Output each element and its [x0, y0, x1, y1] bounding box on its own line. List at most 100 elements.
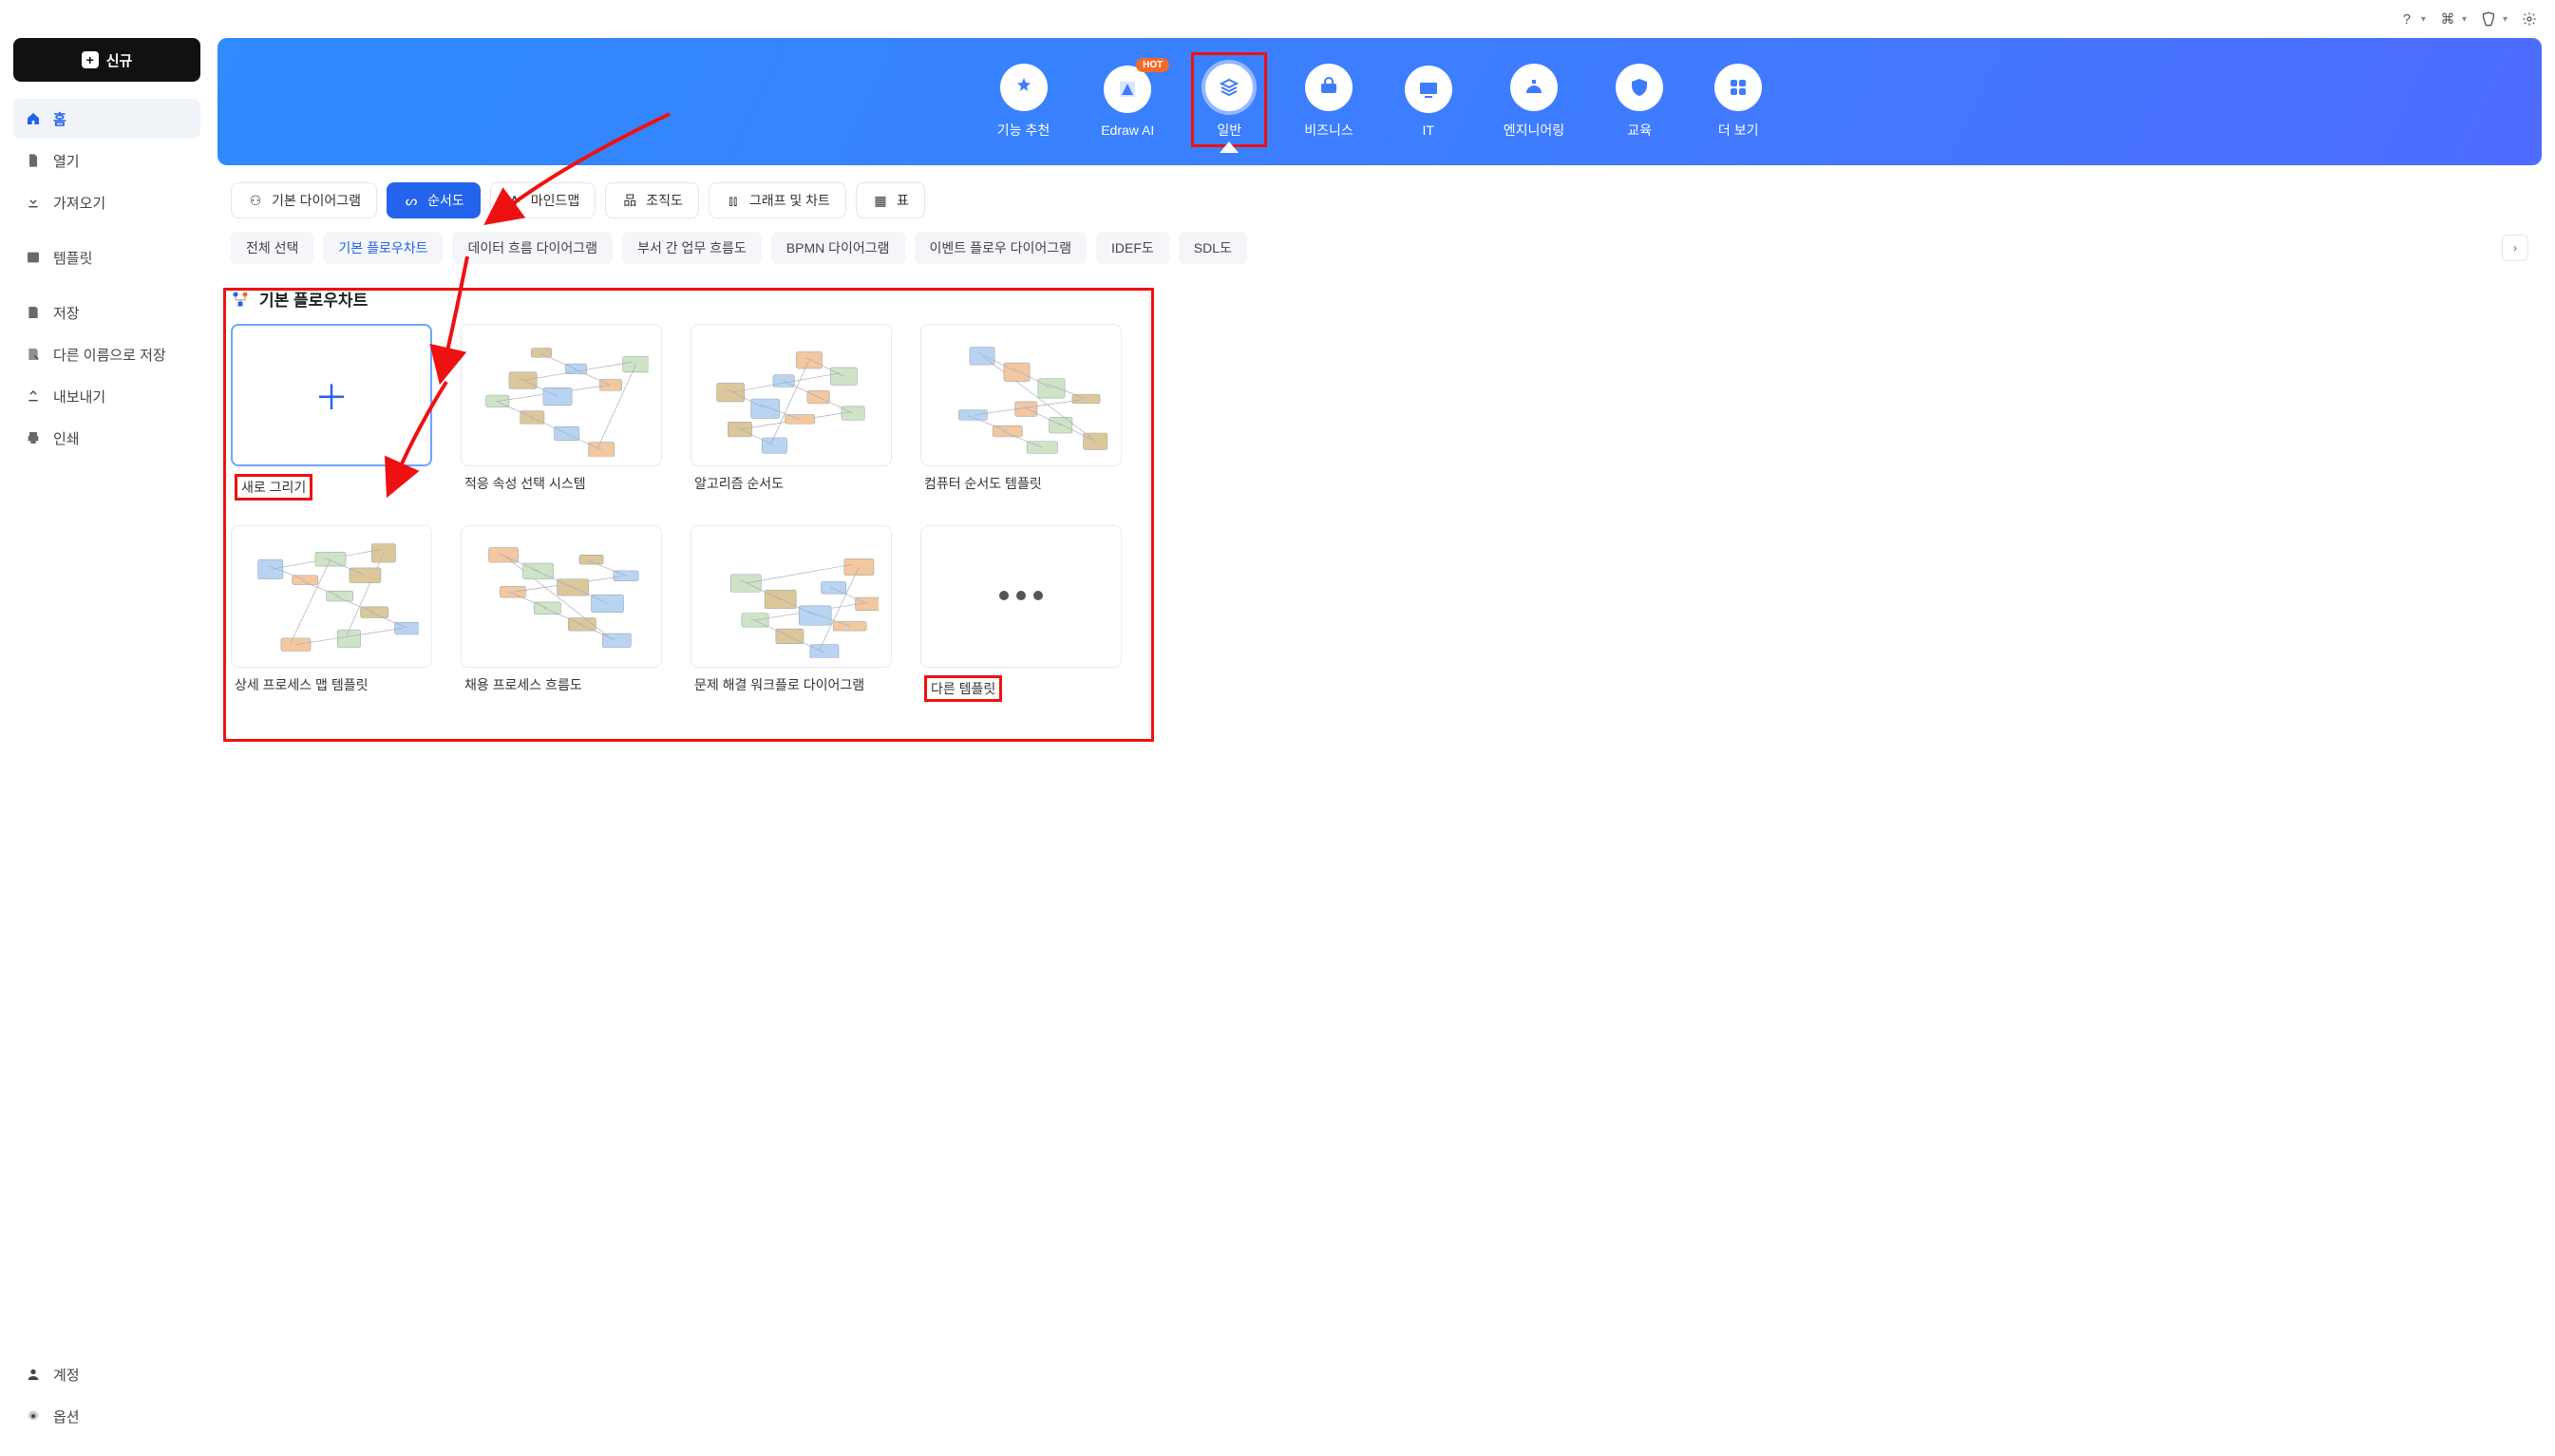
annotation-label-highlight: 다른 템플릿 — [924, 675, 1002, 702]
diagram-type-tabs: ⚇기본 다이어그램ᔕ순서도ᚖ마인드맵品조직도⫾⫾그래프 및 차트▦표 — [218, 165, 2542, 228]
thumb-preview — [920, 324, 1122, 466]
hero-category-5[interactable]: 엔지니어링 — [1504, 64, 1564, 140]
help-icon[interactable]: ? — [2398, 10, 2415, 28]
sidebar-item-label: 저장 — [53, 303, 80, 323]
section-title-label: 기본 플로우차트 — [259, 287, 368, 311]
chip-2[interactable]: 데이터 흐름 다이어그램 — [452, 232, 613, 264]
print-icon — [25, 429, 42, 446]
tab-icon: ᚖ — [506, 194, 523, 207]
theme-icon[interactable] — [2480, 10, 2497, 28]
chip-3[interactable]: 부서 간 업무 흐름도 — [622, 232, 762, 264]
tab-label: 표 — [897, 191, 909, 210]
category-hero: 기능 추천 Edraw AIHOT 일반비즈니스 IT 엔지니어링 교육더 보기 — [218, 38, 2542, 165]
chip-1[interactable]: 기본 플로우차트 — [323, 232, 443, 264]
hero-category-6[interactable]: 교육 — [1616, 64, 1663, 140]
tab-label: 그래프 및 차트 — [749, 191, 830, 210]
hero-icon — [1714, 64, 1762, 111]
sidebar-item-home[interactable]: 홈 — [13, 99, 200, 139]
hero-icon — [1616, 64, 1663, 111]
hero-label: 기능 추천 — [997, 121, 1050, 140]
hero-label: 더 보기 — [1718, 121, 1759, 140]
hero-category-2[interactable]: 일반 — [1205, 64, 1253, 140]
plus-icon: + — [82, 51, 99, 68]
chip-label: 기본 플로우차트 — [338, 238, 427, 257]
tab-5[interactable]: ▦표 — [856, 182, 925, 218]
thumb-preview — [691, 525, 892, 668]
gear-icon[interactable] — [2521, 10, 2538, 28]
chip-5[interactable]: 이벤트 플로우 다이어그램 — [915, 232, 1087, 264]
hero-category-4[interactable]: IT — [1405, 66, 1452, 138]
chip-label: SDL도 — [1194, 238, 1232, 257]
tab-icon: ▦ — [872, 194, 889, 207]
hero-category-1[interactable]: Edraw AIHOT — [1101, 66, 1154, 138]
import-icon — [25, 194, 42, 211]
hot-badge: HOT — [1136, 58, 1169, 72]
subtype-chips: 전체 선택 기본 플로우차트 데이터 흐름 다이어그램 부서 간 업무 흐름도 BPMN… — [218, 228, 2542, 279]
chip-6[interactable]: IDEF도 — [1096, 232, 1169, 264]
file-icon — [25, 152, 42, 169]
hero-icon — [1104, 66, 1151, 113]
sidebar-item-export[interactable]: 내보내기 — [13, 376, 200, 416]
thumb-preview — [691, 324, 892, 466]
tab-icon: ⚇ — [247, 194, 264, 207]
hero-category-7[interactable]: 더 보기 — [1714, 64, 1762, 140]
user-icon — [25, 1366, 42, 1383]
apps-icon[interactable]: ⌘ — [2439, 10, 2456, 28]
gear-icon — [25, 1408, 42, 1425]
template-grid: ＋새로 그리기적응 속성 선택 시스템알고리즘 순서도 컴퓨터 순서도 템플릿상세… — [231, 324, 2528, 702]
tab-3[interactable]: 品 조직도 — [605, 182, 699, 218]
chip-0[interactable]: 전체 선택 — [231, 232, 313, 264]
hero-category-3[interactable]: 비즈니스 — [1304, 64, 1353, 140]
home-icon — [25, 110, 42, 127]
template-card-0[interactable]: ＋새로 그리기 — [231, 324, 432, 501]
hero-category-0[interactable]: 기능 추천 — [997, 64, 1050, 140]
flowchart-icon — [231, 290, 250, 309]
thumb-preview — [461, 525, 662, 668]
sidebar-item-account[interactable]: 계정 — [13, 1354, 200, 1394]
template-card-7[interactable]: 다른 템플릿 — [920, 525, 1122, 702]
template-grid-wrap: ＋새로 그리기적응 속성 선택 시스템알고리즘 순서도 컴퓨터 순서도 템플릿상세… — [231, 324, 2528, 702]
tab-icon: 品 — [621, 194, 638, 207]
tab-label: 기본 다이어그램 — [272, 191, 361, 210]
chip-4[interactable]: BPMN 다이어그램 — [771, 232, 905, 264]
sidebar-item-options[interactable]: 옵션 — [13, 1396, 200, 1436]
new-button[interactable]: + 신규 — [13, 38, 200, 82]
save-as-icon — [25, 346, 42, 363]
hero-label: 비즈니스 — [1304, 121, 1353, 140]
thumb-more — [920, 525, 1122, 668]
sidebar-item-save[interactable]: 저장 — [13, 293, 200, 332]
hero-icon — [1405, 66, 1452, 113]
tab-1[interactable]: ᔕ 순서도 — [387, 182, 481, 218]
hero-label: 엔지니어링 — [1504, 121, 1564, 140]
template-card-2[interactable]: 알고리즘 순서도 — [691, 324, 892, 501]
tab-label: 조직도 — [646, 191, 683, 210]
topbar: ?▾ ⌘▾ ▾ — [0, 0, 2555, 38]
tab-2[interactable]: ᚖ마인드맵 — [490, 182, 596, 218]
chips-next-button[interactable]: › — [2502, 235, 2528, 261]
tab-icon: ⫾⫾ — [725, 194, 742, 207]
template-card-5[interactable]: 채용 프로세스 흐름도 — [461, 525, 662, 702]
card-label: 알고리즘 순서도 — [691, 474, 892, 493]
sidebar-item-print[interactable]: 인쇄 — [13, 418, 200, 458]
sidebar-item-open[interactable]: 열기 — [13, 141, 200, 180]
chip-label: 데이터 흐름 다이어그램 — [467, 238, 597, 257]
thumb-preview — [231, 525, 432, 668]
tab-label: 순서도 — [427, 191, 464, 210]
sidebar-item-templates[interactable]: 템플릿 — [13, 237, 200, 277]
hero-icon — [1205, 64, 1253, 111]
template-card-6[interactable]: 문제 해결 워크플로 다이어그램 — [691, 525, 892, 702]
template-card-1[interactable]: 적응 속성 선택 시스템 — [461, 324, 662, 501]
chip-label: 부서 간 업무 흐름도 — [637, 238, 747, 257]
tab-4[interactable]: ⫾⫾ 그래프 및 차트 — [709, 182, 846, 218]
chevron-down-icon: ▾ — [2503, 14, 2508, 25]
card-label: 컴퓨터 순서도 템플릿 — [920, 474, 1122, 493]
chip-7[interactable]: SDL도 — [1179, 232, 1247, 264]
sidebar-item-import[interactable]: 가져오기 — [13, 182, 200, 222]
sidebar-item-save-as[interactable]: 다른 이름으로 저장 — [13, 334, 200, 374]
tab-icon: ᔕ — [403, 194, 420, 207]
sidebar-item-label: 열기 — [53, 151, 80, 171]
template-card-4[interactable]: 상세 프로세스 맵 템플릿 — [231, 525, 432, 702]
annotation-label-highlight: 새로 그리기 — [235, 474, 312, 501]
template-card-3[interactable]: 컴퓨터 순서도 템플릿 — [920, 324, 1122, 501]
tab-0[interactable]: ⚇ 기본 다이어그램 — [231, 182, 377, 218]
